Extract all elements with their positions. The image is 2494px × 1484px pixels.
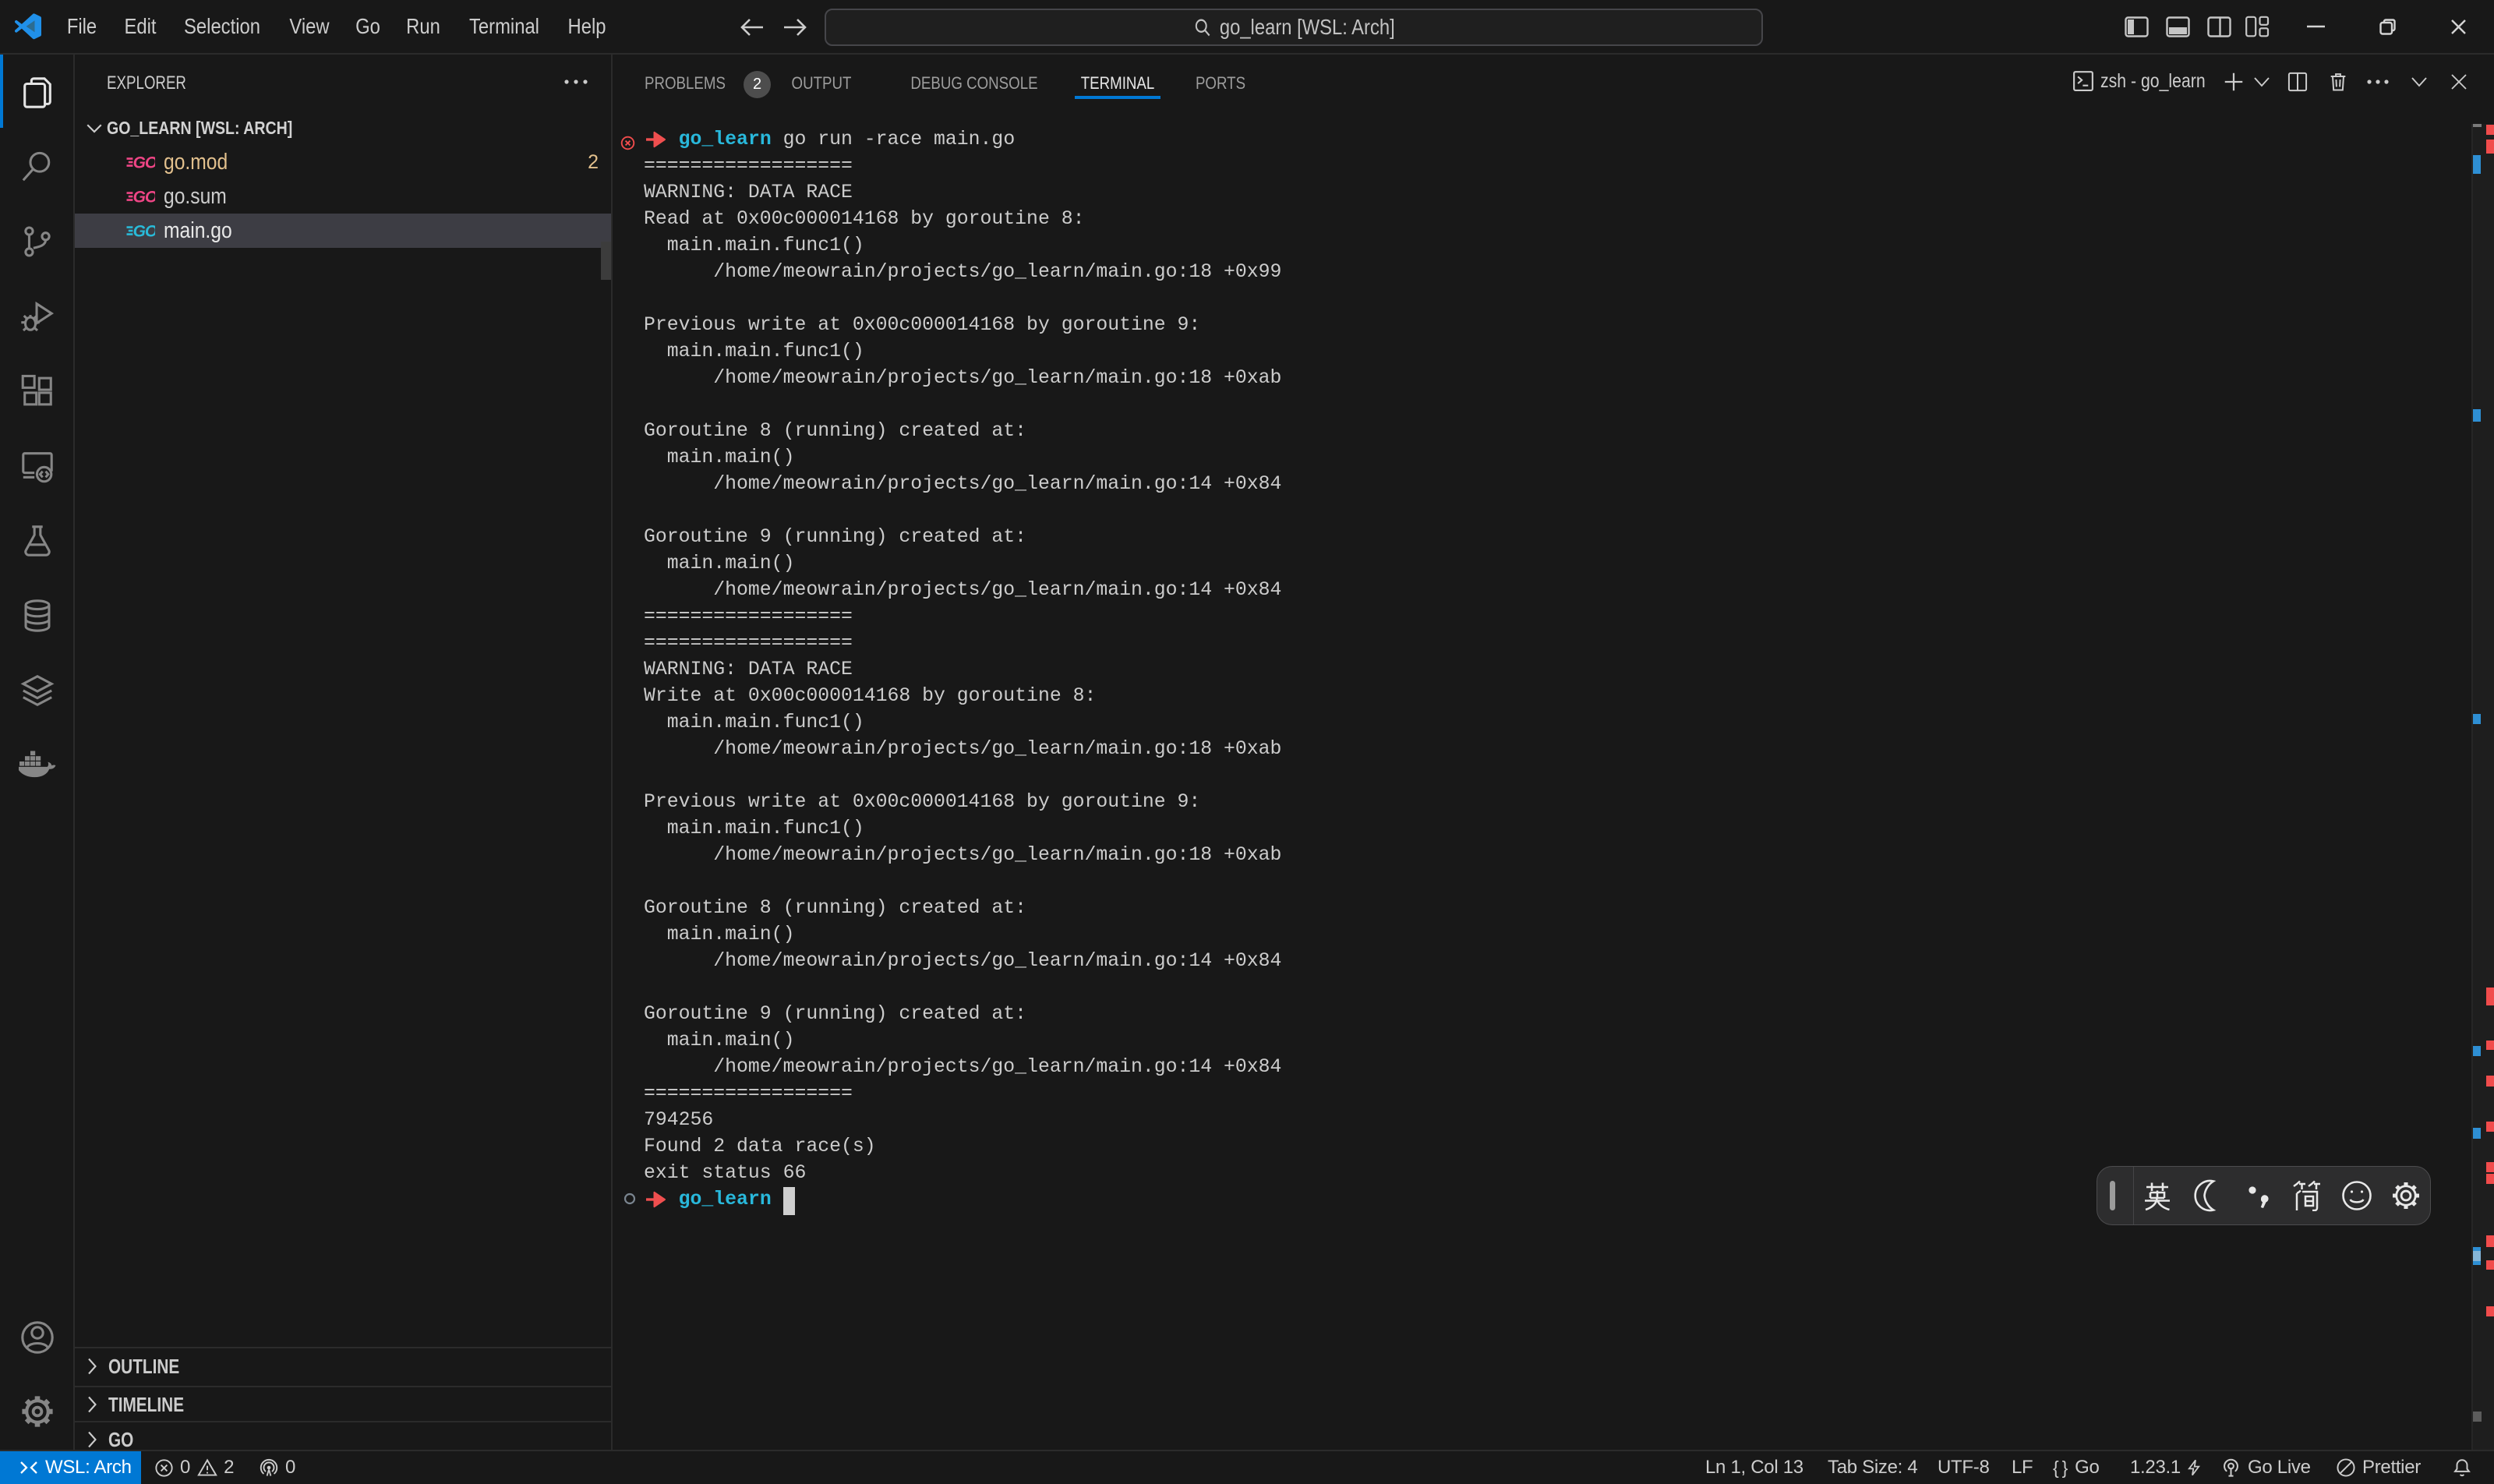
svg-text:GO: GO bbox=[133, 189, 155, 207]
svg-text:GO: GO bbox=[133, 154, 155, 172]
svg-text:GO: GO bbox=[133, 223, 155, 241]
